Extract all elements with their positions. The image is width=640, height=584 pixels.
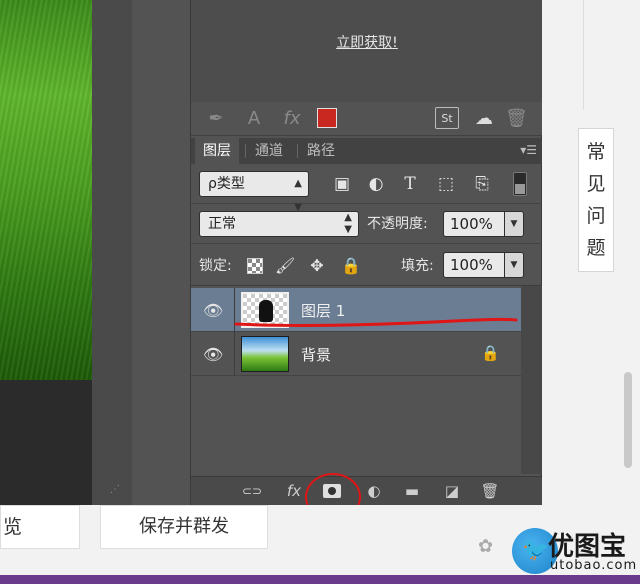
filter-kind-select[interactable]: ρ类型 ▲ ▼ — [199, 171, 309, 213]
adjustment-icon[interactable]: ◐ — [363, 481, 385, 501]
page-scrollbar[interactable] — [624, 372, 632, 468]
visibility-cell[interactable]: 👁 — [191, 288, 235, 332]
trash-icon[interactable]: 🗑 — [479, 481, 501, 501]
layer-filter-row: ρ类型 ▲ ▼ ▣ ◐ T ⬚ ⎘ — [191, 164, 543, 213]
document-canvas[interactable]: ⋰ — [0, 0, 132, 505]
link-icon[interactable]: ⊂⊃ — [241, 481, 263, 501]
smart-object-filter-icon[interactable]: ⎘ — [471, 174, 493, 194]
layer-name[interactable]: 图层 1 — [301, 300, 345, 321]
lock-transparent-icon[interactable] — [247, 258, 263, 274]
tab-paths[interactable]: 路径 — [299, 138, 343, 164]
resize-grip-icon[interactable]: ⋰ — [110, 484, 126, 500]
blend-mode-label: 正常 — [208, 216, 236, 232]
web-sidebar — [542, 0, 640, 584]
faq-char: 见 — [586, 173, 606, 195]
visibility-cell[interactable]: 👁 — [191, 332, 235, 376]
layers-bottom-bar: ⊂⊃ fx ◐ ▬ ◪ 🗑 — [191, 476, 543, 505]
wechat-icon: ✿ — [478, 536, 494, 557]
add-mask-icon[interactable] — [323, 484, 341, 498]
fill-dropdown-icon[interactable]: ▼ — [504, 252, 524, 278]
text-icon[interactable]: A — [243, 108, 265, 130]
preview-button[interactable]: 览 — [0, 505, 80, 549]
opacity-field[interactable]: 100% — [443, 211, 505, 237]
faq-char: 常 — [586, 141, 606, 163]
canvas-border — [92, 0, 132, 505]
layers-panel: 立即获取! ✒ A fx St ☁ 🗑 图层 通道 路径 ▾☰ ρ类型 ▲ ▼ ▣… — [190, 0, 543, 505]
tab-divider — [245, 144, 246, 158]
layer-row-layer1[interactable]: 👁 图层 1 — [191, 288, 521, 332]
get-now-link[interactable]: 立即获取! — [191, 32, 543, 52]
eye-icon[interactable]: 👁 — [203, 301, 223, 320]
figure-icon — [259, 300, 273, 322]
cloud-sync-icon[interactable]: ☁ — [471, 108, 497, 130]
tab-channels[interactable]: 通道 — [247, 138, 291, 164]
folder-icon[interactable]: ▬ — [401, 481, 423, 501]
workspace-background — [132, 0, 190, 505]
layer-thumbnail — [241, 336, 289, 372]
utobao-watermark: ✿ 🐦 优图宝 utobao.com — [478, 524, 640, 580]
faq-button[interactable]: 常 见 问 题 — [578, 128, 614, 272]
pixel-filter-icon[interactable]: ▣ — [331, 174, 353, 194]
select-arrow-icon: ▲ ▼ — [344, 212, 352, 235]
faq-char: 问 — [586, 205, 606, 227]
watermark-url: utobao.com — [550, 558, 638, 573]
brush-icon[interactable]: ✒ — [205, 108, 227, 130]
library-toolbar: ✒ A fx St ☁ 🗑 — [191, 102, 543, 136]
panel-menu-icon[interactable]: ▾☰ — [520, 143, 537, 157]
lock-all-icon[interactable]: 🔒 — [341, 256, 361, 276]
filter-kind-label: ρ类型 — [208, 176, 245, 192]
layer-thumbnail — [241, 292, 289, 328]
lock-icon: 🔒 — [481, 344, 500, 362]
sidebar-divider — [583, 0, 584, 110]
stock-icon[interactable]: St — [435, 107, 459, 129]
fill-field[interactable]: 100% — [443, 252, 505, 278]
promo-text — [191, 0, 543, 13]
fx-icon[interactable]: fx — [279, 108, 305, 130]
type-filter-icon[interactable]: T — [399, 174, 421, 194]
trash-icon[interactable]: 🗑 — [505, 108, 528, 130]
fx-icon[interactable]: fx — [283, 481, 305, 501]
adjustment-filter-icon[interactable]: ◐ — [365, 174, 387, 194]
lock-position-icon[interactable]: ✥ — [307, 256, 327, 276]
filter-toggle[interactable] — [513, 172, 527, 196]
color-swatch[interactable] — [317, 108, 337, 128]
lock-row: 锁定: 🖌 ✥ 🔒 填充: 100% ▼ — [191, 244, 543, 286]
tab-layers[interactable]: 图层 — [195, 138, 239, 164]
layer-list: 👁 图层 1 👁 背景 🔒 — [191, 286, 543, 474]
fill-label: 填充: — [401, 258, 434, 274]
layer-row-background[interactable]: 👁 背景 🔒 — [191, 332, 521, 376]
lock-pixels-brush-icon[interactable]: 🖌 — [275, 256, 295, 276]
opacity-label: 不透明度: — [367, 216, 428, 232]
layers-scrollbar[interactable] — [521, 286, 543, 474]
bird-icon: 🐦 — [522, 538, 550, 563]
eye-icon[interactable]: 👁 — [203, 345, 223, 364]
blend-mode-select[interactable]: 正常 ▲ ▼ — [199, 211, 359, 237]
lock-label: 锁定: — [199, 258, 232, 274]
new-layer-icon[interactable]: ◪ — [441, 481, 463, 501]
save-and-send-button[interactable]: 保存并群发 — [100, 505, 268, 549]
faq-char: 题 — [586, 237, 606, 259]
shape-filter-icon[interactable]: ⬚ — [435, 174, 457, 194]
layer-name[interactable]: 背景 — [301, 344, 331, 365]
panel-tabs: 图层 通道 路径 ▾☰ — [191, 138, 543, 164]
blend-row: 正常 ▲ ▼ 不透明度: 100% ▼ — [191, 204, 543, 244]
creative-cloud-promo: 立即获取! — [191, 0, 543, 102]
grass-image — [0, 0, 92, 380]
opacity-dropdown-icon[interactable]: ▼ — [504, 211, 524, 237]
tab-divider — [297, 144, 298, 158]
